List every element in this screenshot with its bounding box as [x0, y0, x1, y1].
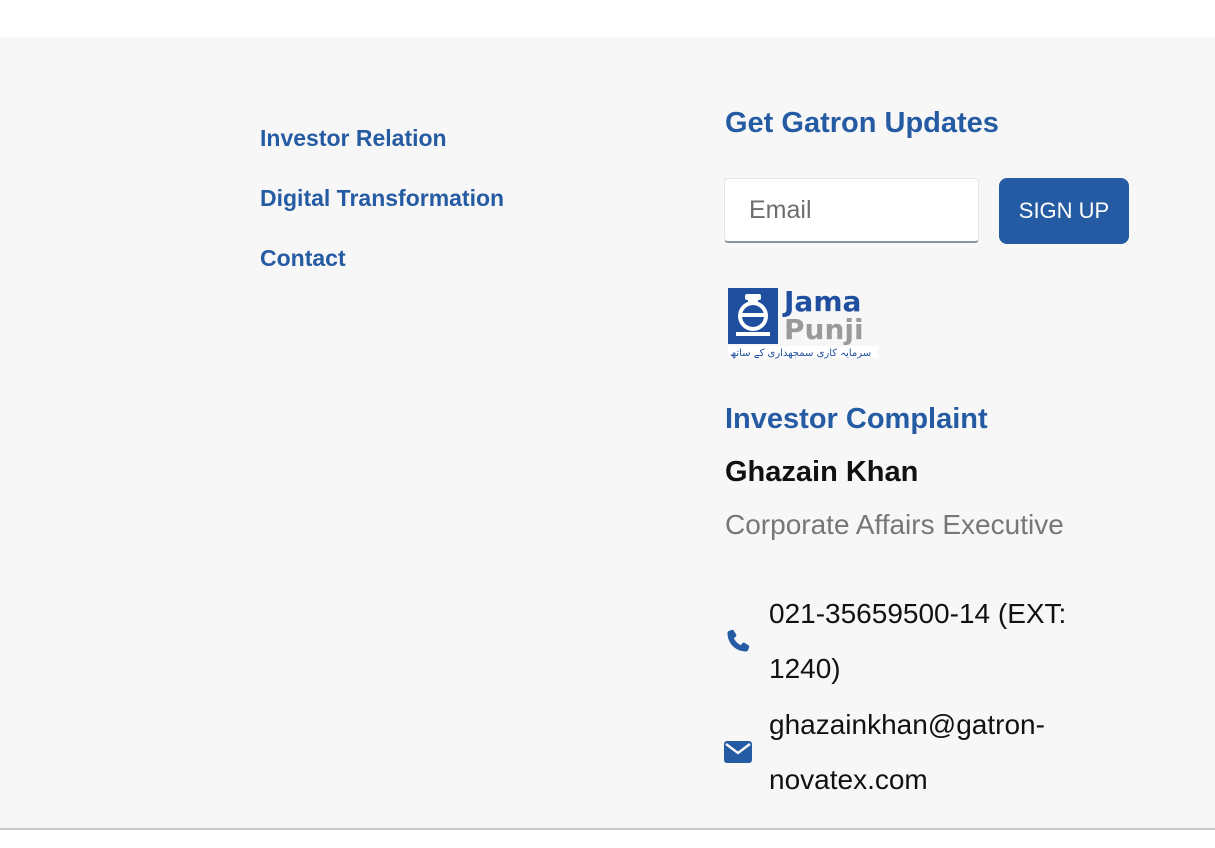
- updates-title: Get Gatron Updates: [725, 107, 999, 139]
- contact-role: Corporate Affairs Executive: [725, 509, 1064, 540]
- phone-icon: [724, 626, 754, 656]
- footer-link-item: Contact: [260, 240, 504, 300]
- envelope-icon: [724, 737, 754, 767]
- svg-text:Punji: Punji: [784, 313, 864, 346]
- signup-button[interactable]: SIGN UP: [999, 178, 1129, 244]
- svg-text:سرمایہ کاری سمجھداری کے ساتھ: سرمایہ کاری سمجھداری کے ساتھ: [730, 348, 871, 359]
- investor-relation-link[interactable]: Investor Relation: [260, 120, 447, 156]
- contact-link[interactable]: Contact: [260, 240, 346, 276]
- digital-transformation-link[interactable]: Digital Transformation: [260, 180, 504, 216]
- contact-name: Ghazain Khan: [725, 456, 919, 488]
- phone-number[interactable]: 021-35659500-14 (EXT: 1240): [769, 586, 1099, 696]
- investor-complaint-title: Investor Complaint: [725, 403, 988, 435]
- phone-row: 021-35659500-14 (EXT: 1240): [724, 586, 1104, 696]
- footer-divider: [0, 828, 1215, 830]
- footer-link-item: Digital Transformation: [260, 180, 504, 240]
- email-row: ghazainkhan@gatron-novatex.com: [724, 697, 1104, 807]
- footer-links: Investor Relation Digital Transformation…: [260, 120, 504, 300]
- email-address[interactable]: ghazainkhan@gatron-novatex.com: [769, 697, 1099, 807]
- footer-link-item: Investor Relation: [260, 120, 504, 180]
- email-input[interactable]: [724, 178, 979, 243]
- jama-punji-logo[interactable]: Jama Punji سرمایہ کاری سمجھداری کے ساتھ: [726, 284, 882, 362]
